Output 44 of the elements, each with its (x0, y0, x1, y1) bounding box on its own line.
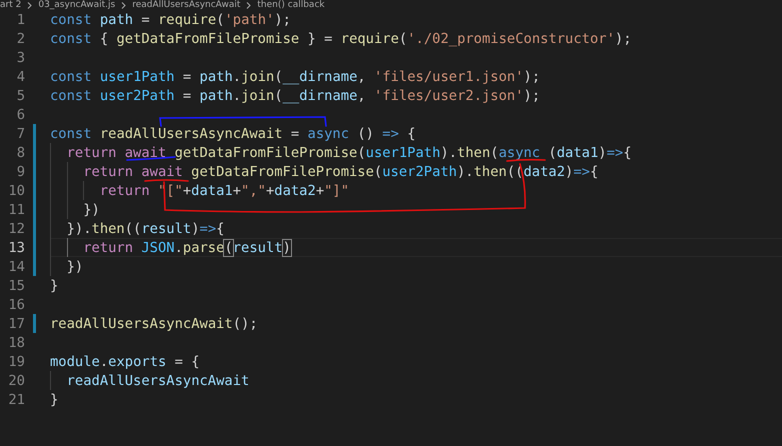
code-line: return JSON.parse(result) (50, 238, 782, 257)
line-number: 14 (7, 258, 25, 274)
line-number: 6 (16, 106, 25, 122)
line-number: 10 (7, 182, 25, 198)
line-number: 17 (7, 316, 25, 332)
code-line: module.exports = { (50, 352, 201, 371)
line-number: 9 (16, 164, 25, 180)
line-number: 1 (16, 12, 25, 28)
line-number: 2 (16, 30, 25, 46)
line-number: 11 (7, 202, 25, 218)
line-number: 5 (16, 88, 25, 104)
code-line: } (50, 390, 60, 409)
breadcrumb-item[interactable]: then() callback (257, 0, 325, 10)
line-number: 16 (7, 296, 25, 312)
code-line: readAllUsersAsyncAwait (50, 371, 782, 390)
line-number: 18 (7, 334, 25, 350)
breadcrumb-item[interactable]: 03_asyncAwait.js (38, 0, 116, 10)
breadcrumb-item[interactable]: readAllUsersAsyncAwait (132, 0, 240, 10)
code-line: const user1Path = path.join(__dirname, 'files/user1.json'); (50, 68, 542, 86)
line-number: 15 (7, 278, 25, 294)
code-line: }).then((result)=>{ (50, 219, 782, 238)
code-line: }) (50, 200, 782, 219)
line-number: 21 (7, 392, 25, 408)
line-number: 20 (7, 372, 25, 388)
code-line: return await getDataFromFilePromise(user1Path).then(async (data1)=>{ (50, 143, 782, 162)
line-number: 13 (7, 240, 25, 256)
line-number: 7 (16, 126, 25, 142)
code-line: const path = require('path'); (50, 10, 292, 29)
line-number: 19 (7, 354, 25, 370)
chevron-icon (27, 2, 32, 8)
code-line: readAllUsersAsyncAwait(); (50, 314, 259, 333)
code-line: }) (50, 257, 782, 276)
line-number: 3 (16, 50, 25, 66)
line-number: 12 (7, 220, 25, 236)
code-line: const { getDataFromFilePromise } = require('./02_promiseConstructor'); (50, 30, 633, 48)
code-line: const user2Path = path.join(__dirname, 'files/user2.json'); (50, 86, 542, 105)
code-line: const readAllUsersAsyncAwait = async () => { (50, 124, 417, 143)
chevron-icon (121, 2, 126, 8)
line-number: 8 (16, 144, 25, 160)
chevron-icon (246, 2, 252, 8)
code-line: return await getDataFromFilePromise(user2Path).then((data2)=>{ (50, 162, 782, 181)
breadcrumb-item[interactable]: art 2 (0, 0, 22, 10)
code-line: } (50, 276, 60, 295)
line-number: 4 (16, 68, 25, 84)
